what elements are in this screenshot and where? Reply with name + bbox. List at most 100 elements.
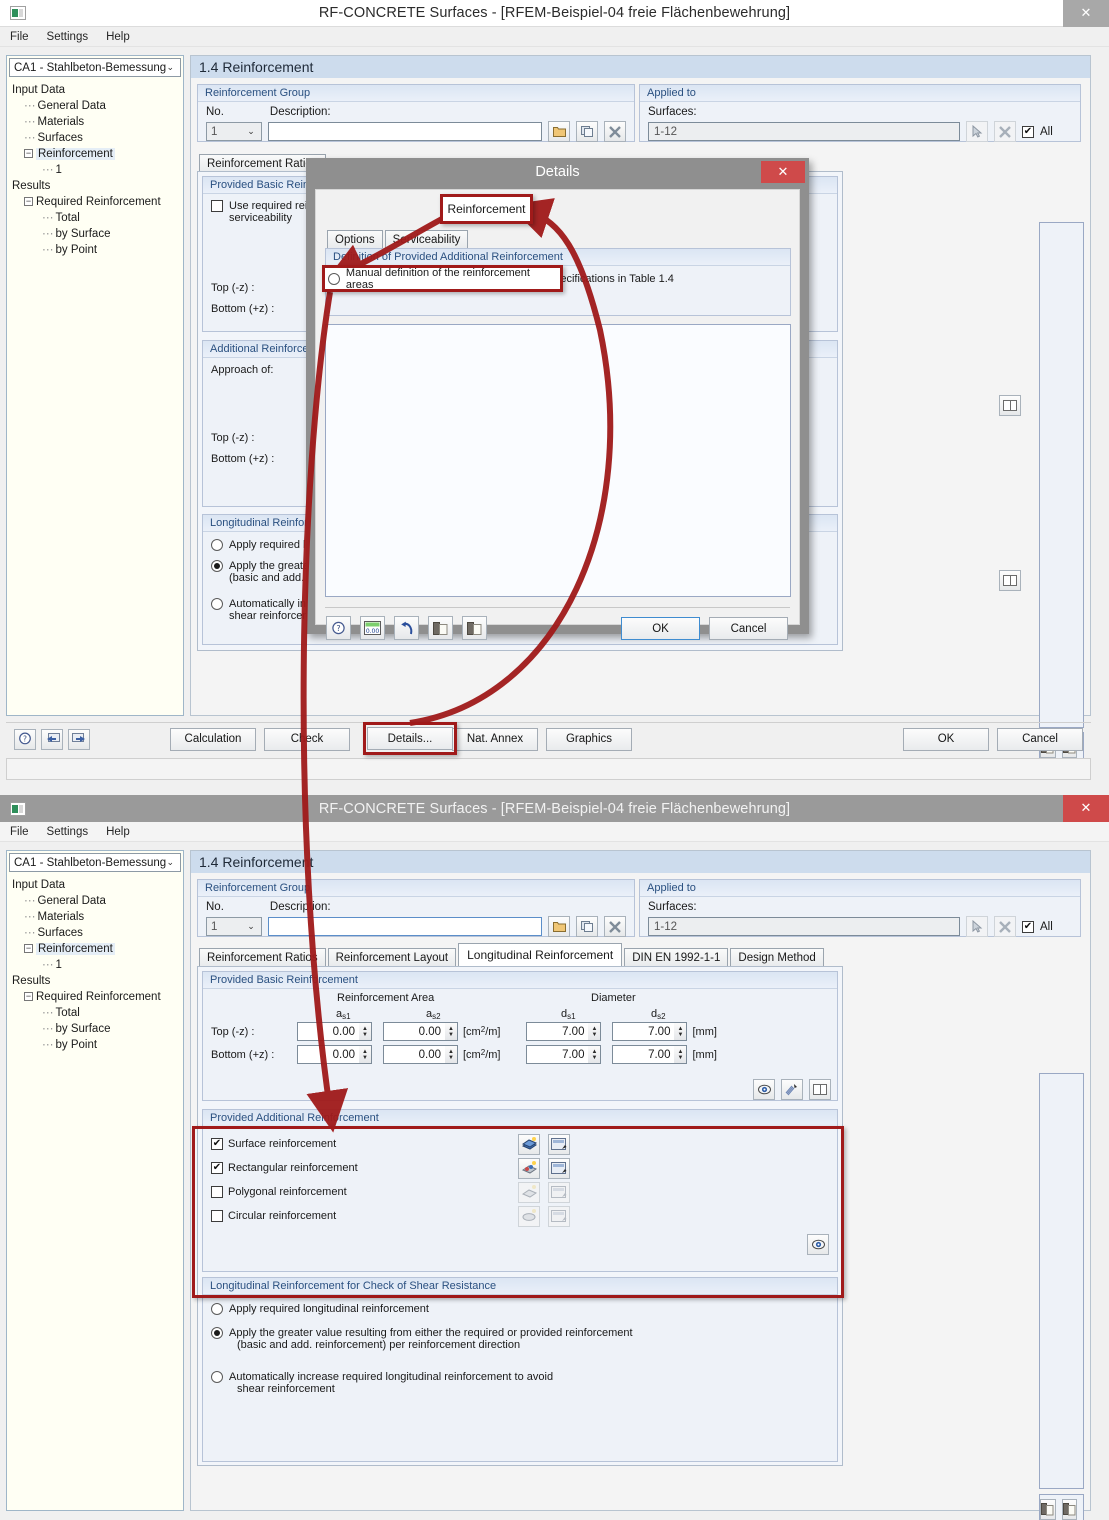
new-rectangular-icon[interactable] (518, 1158, 540, 1179)
tree-item-by-surface[interactable]: ⋯by Surface (12, 1021, 183, 1037)
checkbox-surface-reinforcement[interactable]: ✔ (211, 1138, 223, 1150)
previous-page-icon-1[interactable] (41, 729, 63, 750)
menu-item-file[interactable]: File (10, 826, 29, 838)
tree-expander-icon[interactable]: − (24, 149, 33, 158)
design-case-combo-2[interactable]: CA1 - Stahlbeton-Bemessung ⌄ (9, 853, 181, 872)
details-tab-options[interactable]: Options (327, 230, 383, 249)
footer-button-cancel[interactable]: Cancel (997, 728, 1083, 751)
units-icon[interactable]: 0.00 (360, 616, 385, 640)
next-page-icon-1[interactable] (68, 729, 90, 750)
tree-item-by-point[interactable]: ⋯by Point (12, 1037, 183, 1053)
ds1-field-1-spinner[interactable]: ▲▼ (588, 1045, 601, 1064)
tree-item-general-data[interactable]: ⋯General Data (12, 98, 183, 114)
delete-group-icon[interactable] (604, 121, 626, 142)
clear-surfaces-icon[interactable] (994, 916, 1016, 937)
checkbox-circular-reinforcement[interactable] (211, 1210, 223, 1222)
tree-item-reinforcement[interactable]: −Reinforcement (12, 941, 183, 957)
tree-item-materials[interactable]: ⋯Materials (12, 909, 183, 925)
delete-group-icon[interactable] (604, 916, 626, 937)
tab-longitudinal-reinforcement[interactable]: Longitudinal Reinforcement (458, 943, 622, 966)
tree-item-materials[interactable]: ⋯Materials (12, 114, 183, 130)
ds1-field-0-spinner[interactable]: ▲▼ (588, 1022, 601, 1041)
navigation-tree-2[interactable]: Input Data⋯General Data⋯Materials⋯Surfac… (7, 874, 183, 1053)
ds2-field-1-spinner[interactable]: ▲▼ (674, 1045, 687, 1064)
ds2-field-1-value[interactable]: 7.00 (612, 1045, 674, 1064)
details-dialog-buttons[interactable]: OK Cancel (621, 617, 788, 640)
load-defaults-icon[interactable] (428, 616, 453, 640)
library-icon-basic-2[interactable] (809, 1079, 831, 1100)
as2-field-1[interactable]: 0.00▲▼ (383, 1045, 458, 1064)
as1-field-0[interactable]: 0.00▲▼ (297, 1022, 372, 1041)
as1-field-0-value[interactable]: 0.00 (297, 1022, 359, 1041)
tree-item-1[interactable]: ⋯1 (12, 957, 183, 973)
footer-button-ok[interactable]: OK (903, 728, 989, 751)
footer-button-graphics[interactable]: Graphics (546, 728, 632, 751)
ds2-field-0-value[interactable]: 7.00 (612, 1022, 674, 1041)
as1-field-1-spinner[interactable]: ▲▼ (359, 1045, 372, 1064)
new-group-icon[interactable] (548, 916, 570, 937)
as2-field-0-value[interactable]: 0.00 (383, 1022, 445, 1041)
shear-option-1[interactable]: Apply the greater value resulting from e… (211, 1327, 829, 1351)
as2-field-1-spinner[interactable]: ▲▼ (445, 1045, 458, 1064)
close-icon[interactable]: ✕ (761, 161, 805, 183)
checkbox-rectangular-reinforcement[interactable]: ✔ (211, 1162, 223, 1174)
import-defaults-icon-2[interactable] (1040, 1499, 1056, 1520)
group-no-combo-2[interactable]: 1 ⌄ (206, 917, 262, 936)
manual-definition-radio[interactable] (328, 273, 340, 285)
shear-option-2[interactable]: Automatically increase required longitud… (211, 1371, 829, 1395)
as2-field-0[interactable]: 0.00▲▼ (383, 1022, 458, 1041)
footer-button-check[interactable]: Check (264, 728, 350, 751)
footer-button-nat-annex[interactable]: Nat. Annex (452, 728, 538, 751)
additional-reinforcement-row-2[interactable]: Polygonal reinforcement (211, 1180, 829, 1204)
surfaces-input-2[interactable]: 1-12 (648, 917, 960, 936)
menu-item-help[interactable]: Help (106, 31, 130, 43)
close-icon[interactable]: ✕ (1063, 0, 1109, 27)
tab-din-en-1992-1-1[interactable]: DIN EN 1992-1-1 (624, 948, 728, 967)
new-surface-icon[interactable] (518, 1134, 540, 1155)
tree-item-by-point[interactable]: ⋯by Point (12, 242, 183, 258)
details-cancel-button[interactable]: Cancel (709, 617, 788, 640)
details-tab-strip[interactable]: OptionsServiceabilityReinforcement (325, 226, 568, 248)
description-input-1[interactable] (268, 122, 543, 141)
tree-item-input-data[interactable]: Input Data (12, 82, 183, 98)
tab-strip-2[interactable]: Reinforcement RatiosReinforcement Layout… (197, 944, 826, 966)
ds1-field-1-value[interactable]: 7.00 (526, 1045, 588, 1064)
tree-item-results[interactable]: Results (12, 178, 183, 194)
undo-icon[interactable] (394, 616, 419, 640)
group-no-combo-1[interactable]: 1 ⌄ (206, 122, 262, 141)
details-ok-button[interactable]: OK (621, 617, 700, 640)
view-icon-basic-2[interactable] (753, 1079, 775, 1100)
as1-field-1-value[interactable]: 0.00 (297, 1045, 359, 1064)
use-required-checkbox-1[interactable] (211, 200, 223, 212)
all-surfaces-checkbox-1[interactable]: ✔ (1022, 126, 1034, 138)
details-button-overlay[interactable]: Details... (367, 727, 453, 750)
edit-graphic-icon-basic-2[interactable] (781, 1079, 803, 1100)
tree-item-surfaces[interactable]: ⋯Surfaces (12, 925, 183, 941)
new-group-icon[interactable] (548, 121, 570, 142)
menu-item-file[interactable]: File (10, 31, 29, 43)
tree-expander-icon[interactable]: − (24, 197, 33, 206)
export-defaults-icon-2[interactable] (1062, 1499, 1078, 1520)
copy-group-icon[interactable] (576, 916, 598, 937)
menu-item-settings[interactable]: Settings (47, 826, 89, 838)
shear-radio-1[interactable] (211, 1327, 223, 1339)
tree-item-total[interactable]: ⋯Total (12, 1005, 183, 1021)
radio-0[interactable] (211, 539, 223, 551)
ds2-field-0-spinner[interactable]: ▲▼ (674, 1022, 687, 1041)
details-toolbar[interactable]: ?0.00 (326, 616, 487, 640)
pick-surfaces-icon[interactable] (966, 121, 988, 142)
additional-reinforcement-row-0[interactable]: ✔Surface reinforcement (211, 1132, 829, 1156)
ds1-field-0[interactable]: 7.00▲▼ (526, 1022, 601, 1041)
additional-reinforcement-row-3[interactable]: Circular reinforcement (211, 1204, 829, 1228)
view-icon-additional-2[interactable] (807, 1234, 829, 1255)
library-icon-bottom-1[interactable] (999, 570, 1021, 591)
help-icon-1[interactable]: ? (14, 729, 36, 750)
surfaces-input-1[interactable]: 1-12 (648, 122, 960, 141)
tree-item-input-data[interactable]: Input Data (12, 877, 183, 893)
ds2-field-0[interactable]: 7.00▲▼ (612, 1022, 687, 1041)
description-input-2[interactable] (268, 917, 543, 936)
tree-expander-icon[interactable]: − (24, 944, 33, 953)
design-case-combo-1[interactable]: CA1 - Stahlbeton-Bemessung ⌄ (9, 58, 181, 77)
tree-item-reinforcement[interactable]: −Reinforcement (12, 146, 183, 162)
shear-radio-0[interactable] (211, 1303, 223, 1315)
